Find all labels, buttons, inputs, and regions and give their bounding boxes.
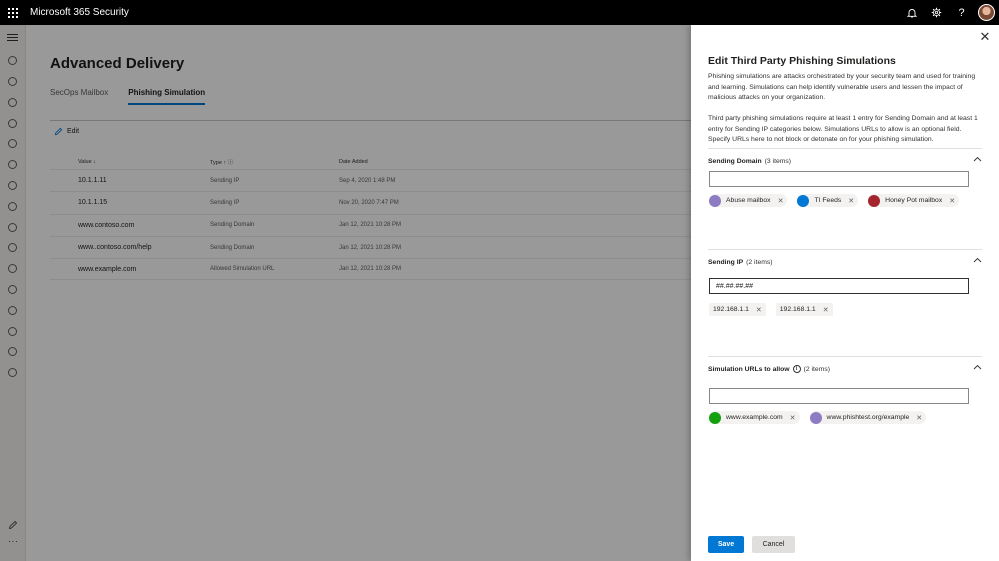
- sending-domain-count: (3 items): [764, 157, 792, 165]
- section-divider: [708, 249, 982, 250]
- settings-button[interactable]: [924, 0, 949, 25]
- chip-honey-pot-mailbox: Honey Pot mailbox ✕: [868, 194, 960, 207]
- sending-domain-input[interactable]: [709, 171, 969, 187]
- chip-label: 192.168.1.1: [779, 306, 816, 313]
- persona-icon: [709, 411, 721, 424]
- chip-url: www.example.com ✕: [709, 411, 800, 424]
- sending-domain-chips: Abuse mailbox ✕ TI Feeds ✕ Honey Pot mai…: [709, 194, 969, 207]
- persona-icon: [809, 411, 822, 424]
- chevron-up-icon[interactable]: [973, 156, 982, 162]
- simulation-urls-section: Simulation URLs to allow i (2 items) www…: [708, 363, 982, 453]
- chip-url: www.phishtest.org/example ✕: [809, 411, 927, 424]
- remove-chip-icon[interactable]: ✕: [949, 197, 955, 205]
- chip-ip: 192.168.1.1 ✕: [775, 303, 833, 316]
- chevron-up-icon[interactable]: [973, 364, 982, 370]
- chip-label: TI Feeds: [814, 197, 842, 204]
- panel-requirements: Third party phishing simulations require…: [708, 115, 978, 144]
- help-button[interactable]: ?: [949, 0, 974, 25]
- simulation-urls-chips: www.example.com ✕ www.phishtest.org/exam…: [709, 411, 936, 424]
- simulation-urls-header[interactable]: Simulation URLs to allow i (2 items): [708, 363, 982, 375]
- chip-label: Abuse mailbox: [726, 197, 771, 204]
- bell-icon: [906, 8, 917, 17]
- sending-ip-chips: 192.168.1.1 ✕ 192.168.1.1 ✕: [709, 303, 843, 316]
- remove-chip-icon[interactable]: ✕: [848, 197, 854, 205]
- remove-chip-icon[interactable]: ✕: [823, 306, 829, 314]
- remove-chip-icon[interactable]: ✕: [916, 414, 922, 422]
- sending-ip-section: Sending IP (2 items) 192.168.1.1 ✕ 192.1…: [708, 256, 982, 346]
- chip-label: 192.168.1.1: [713, 306, 749, 313]
- edit-simulations-panel: ✕ Edit Third Party Phishing Simulations …: [691, 25, 999, 561]
- persona-icon: [709, 194, 721, 207]
- cancel-button[interactable]: Cancel: [752, 536, 795, 553]
- remove-chip-icon[interactable]: ✕: [778, 197, 784, 205]
- question-icon: ?: [958, 6, 965, 19]
- sending-ip-label: Sending IP: [708, 258, 744, 266]
- panel-description: Phishing simulations are attacks orchest…: [708, 73, 976, 102]
- chip-ip: 192.168.1.1 ✕: [709, 303, 766, 316]
- app-launcher-button[interactable]: [0, 0, 26, 25]
- app-title: Microsoft 365 Security: [30, 7, 129, 18]
- sending-ip-count: (2 items): [746, 258, 773, 266]
- save-button[interactable]: Save: [708, 536, 744, 553]
- remove-chip-icon[interactable]: ✕: [756, 306, 762, 314]
- persona-icon: [868, 194, 881, 207]
- top-bar: Microsoft 365 Security ?: [0, 0, 999, 25]
- chip-ti-feeds: TI Feeds ✕: [797, 194, 859, 207]
- chip-label: www.phishtest.org/example: [826, 414, 910, 421]
- simulation-urls-label: Simulation URLs to allow: [708, 365, 790, 373]
- chevron-up-icon[interactable]: [973, 257, 982, 263]
- section-divider: [708, 356, 982, 357]
- close-icon[interactable]: ✕: [979, 30, 991, 43]
- simulation-urls-count: (2 items): [803, 365, 831, 373]
- sending-domain-label: Sending Domain: [708, 157, 762, 165]
- chip-label: Honey Pot mailbox: [885, 197, 943, 204]
- modal-overlay[interactable]: [0, 25, 691, 561]
- sending-ip-header[interactable]: Sending IP (2 items): [708, 256, 982, 268]
- remove-chip-icon[interactable]: ✕: [790, 414, 796, 422]
- waffle-icon: [8, 7, 18, 18]
- sending-domain-header[interactable]: Sending Domain (3 items): [708, 155, 982, 167]
- chip-label: www.example.com: [726, 414, 783, 421]
- notifications-button[interactable]: [899, 0, 924, 25]
- sending-ip-input[interactable]: [709, 278, 969, 294]
- gear-icon: [931, 7, 942, 18]
- sending-domain-section: Sending Domain (3 items) Abuse mailbox ✕…: [708, 155, 982, 245]
- persona-icon: [797, 194, 810, 207]
- panel-title: Edit Third Party Phishing Simulations: [708, 55, 896, 67]
- section-divider: [708, 148, 982, 149]
- chip-abuse-mailbox: Abuse mailbox ✕: [709, 194, 788, 207]
- info-icon[interactable]: i: [792, 365, 801, 373]
- simulation-urls-input[interactable]: [709, 388, 969, 404]
- avatar[interactable]: [978, 4, 995, 21]
